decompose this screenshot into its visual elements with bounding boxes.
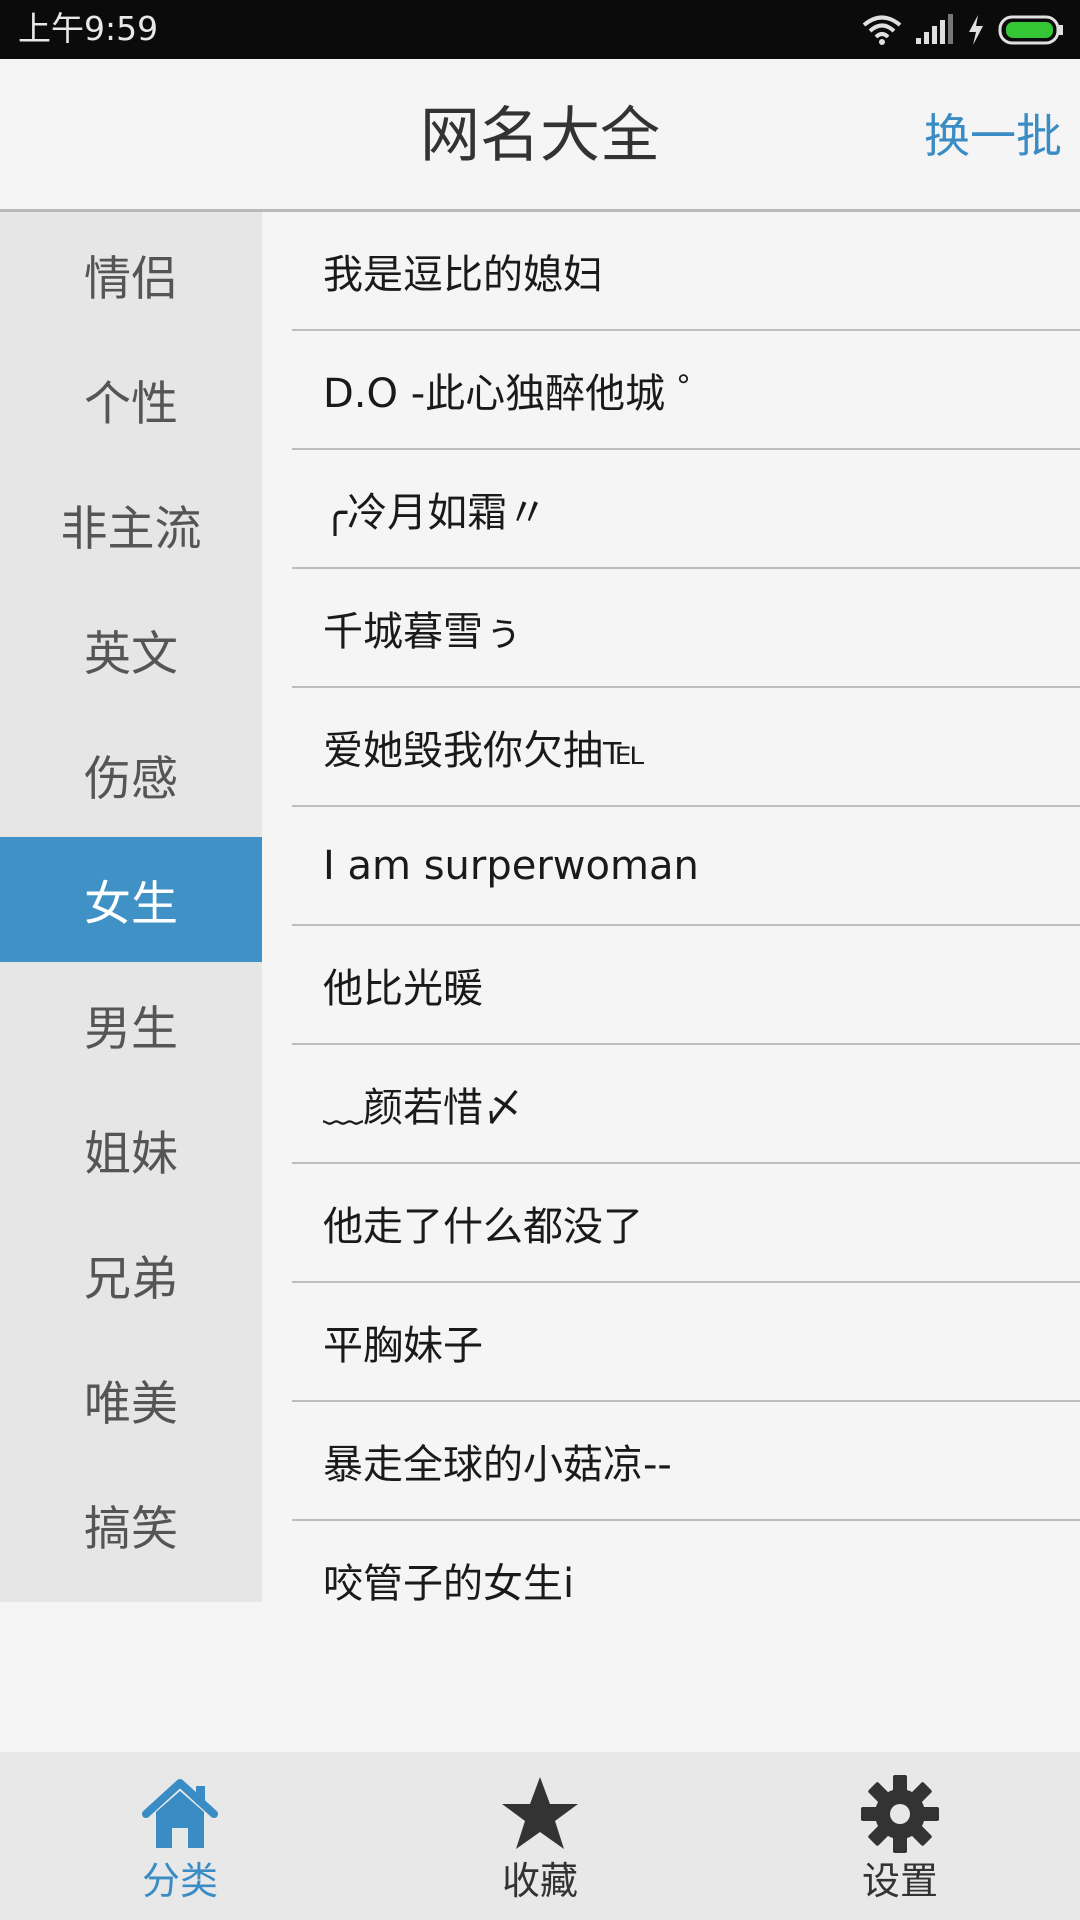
sidebar-item[interactable]: 非主流	[0, 462, 262, 587]
gear-icon	[860, 1774, 940, 1854]
sidebar-item[interactable]: 唯美	[0, 1337, 262, 1462]
sidebar-item[interactable]: 个性	[0, 337, 262, 462]
refresh-batch-button[interactable]: 换一批	[924, 106, 1062, 166]
page-title: 网名大全	[420, 101, 660, 171]
star-icon	[500, 1774, 580, 1854]
name-list: 我是逗比的媳妇 D.O -此心独醉他城 ゜ ╭冷月如霜〃 千城暮雪ぅ 爱她毁我你欠抽℡…	[292, 212, 1080, 1638]
sidebar-item[interactable]: 兄弟	[0, 1212, 262, 1337]
list-item[interactable]: ﹏颜若惜〆	[292, 1045, 1080, 1164]
list-item[interactable]: 他走了什么都没了	[292, 1164, 1080, 1283]
list-item[interactable]: D.O -此心独醉他城 ゜	[292, 331, 1080, 450]
category-sidebar: 情侣 个性 非主流 英文 伤感 女生 男生 姐妹 兄弟 唯美 搞笑	[0, 212, 262, 1602]
list-item[interactable]: 爱她毁我你欠抽℡	[292, 688, 1080, 807]
list-item[interactable]: 平胸妹子	[292, 1283, 1080, 1402]
list-item[interactable]: 我是逗比的媳妇	[292, 212, 1080, 331]
tab-label: 设置	[861, 1859, 938, 1903]
app-header: 网名大全 换一批	[0, 59, 1080, 212]
sidebar-item[interactable]: 男生	[0, 962, 262, 1087]
list-item[interactable]: 千城暮雪ぅ	[292, 569, 1080, 688]
battery-icon	[998, 15, 1063, 45]
list-item[interactable]: 他比光暖	[292, 926, 1080, 1045]
signal-icon	[916, 14, 953, 44]
tab-label: 收藏	[501, 1859, 578, 1903]
list-item[interactable]: I am surperwoman	[292, 807, 1080, 926]
list-item[interactable]: 咬管子的女生i	[292, 1521, 1080, 1638]
charging-icon	[969, 15, 983, 45]
wifi-icon	[862, 15, 902, 45]
bottom-tab-bar: 分类 收藏 设置	[0, 1752, 1080, 1920]
list-item[interactable]: ╭冷月如霜〃	[292, 450, 1080, 569]
list-item[interactable]: 暴走全球的小菇凉--	[292, 1402, 1080, 1521]
tab-1[interactable]: 收藏	[360, 1752, 720, 1920]
home-icon	[140, 1774, 220, 1854]
tab-0[interactable]: 分类	[0, 1752, 360, 1920]
status-icons	[862, 12, 1066, 48]
sidebar-item[interactable]: 英文	[0, 587, 262, 712]
sidebar-item[interactable]: 情侣	[0, 212, 262, 337]
sidebar-item[interactable]: 姐妹	[0, 1087, 262, 1212]
sidebar-item[interactable]: 伤感	[0, 712, 262, 837]
tab-2[interactable]: 设置	[720, 1752, 1080, 1920]
status-bar: 上午9:59	[0, 0, 1080, 59]
sidebar-item[interactable]: 女生	[0, 837, 262, 962]
sidebar-item[interactable]: 搞笑	[0, 1462, 262, 1587]
status-time: 上午9:59	[18, 9, 159, 48]
tab-label: 分类	[141, 1859, 218, 1903]
